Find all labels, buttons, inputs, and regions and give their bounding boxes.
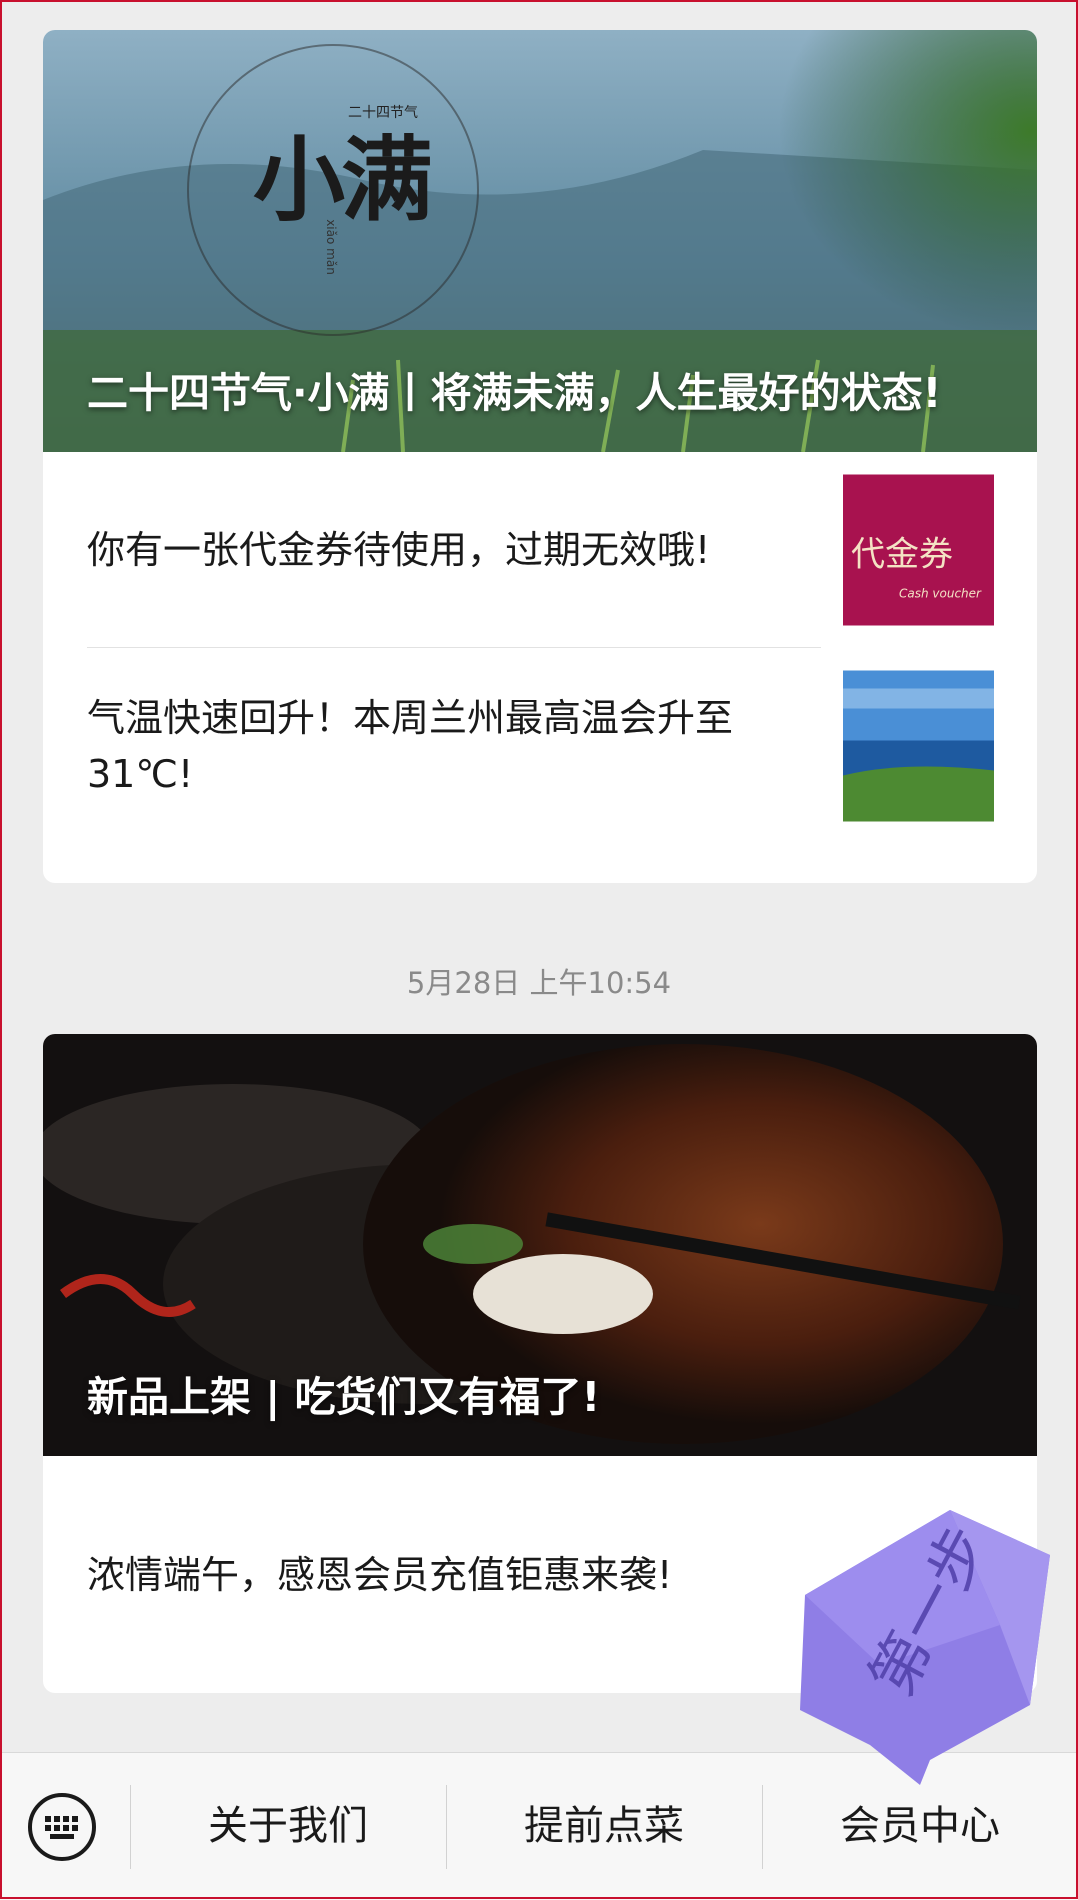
article-card: 二十四节气 小满 xiǎo mǎn 二十四节气·小满丨将满未满，人生最好的状态!… (43, 30, 1037, 883)
voucher-main-text: 代金券 (851, 534, 953, 575)
landscape-thumbnail (843, 670, 994, 822)
hero-logo: 二十四节气 小满 xiǎo mǎn (233, 90, 463, 310)
voucher-thumbnail: 代金券 Cash voucher (843, 474, 994, 626)
article-item[interactable]: 气温快速回升！本周兰州最高温会升至31℃! (43, 648, 1037, 844)
hero-article[interactable]: 新品上架 | 吃货们又有福了! (43, 1034, 1037, 1456)
article-title: 你有一张代金券待使用，过期无效哦! (87, 528, 711, 572)
article-item[interactable]: 你有一张代金券待使用，过期无效哦! 代金券 Cash voucher (43, 452, 1037, 648)
voucher-sub-text: Cash voucher (899, 586, 981, 601)
article-title: 气温快速回升！本周兰州最高温会升至31℃! (87, 696, 734, 796)
step-sticker: 第一步 (760, 1415, 1060, 1795)
logo-big-text: 小满 (253, 126, 433, 234)
hero-article[interactable]: 二十四节气 小满 xiǎo mǎn 二十四节气·小满丨将满未满，人生最好的状态! (43, 30, 1037, 452)
menu-about-us[interactable]: 关于我们 (130, 1753, 446, 1900)
hero-title: 二十四节气·小满丨将满未满，人生最好的状态! (87, 369, 942, 417)
article-title: 浓情端午，感恩会员充值钜惠来袭! (87, 1552, 673, 1597)
logo-side-text: xiǎo mǎn (323, 219, 338, 275)
logo-small-text: 二十四节气 (348, 105, 418, 121)
menu-pre-order[interactable]: 提前点菜 (446, 1753, 762, 1900)
message-timestamp: 5月28日 上午10:54 (406, 966, 672, 1000)
keyboard-icon[interactable] (28, 1793, 96, 1861)
